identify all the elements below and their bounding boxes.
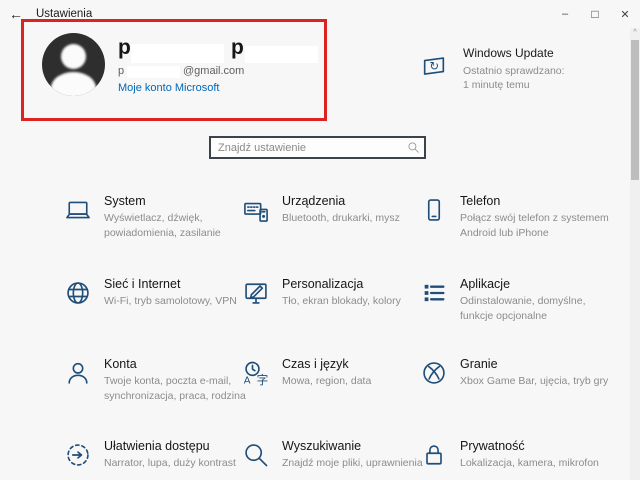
- windows-update-title: Windows Update: [463, 46, 565, 60]
- tile-description: Tło, ekran blokady, kolory: [282, 294, 432, 309]
- tile-description: Twoje konta, poczta e-mail, synchronizac…: [104, 374, 254, 403]
- back-button[interactable]: ←: [0, 0, 32, 28]
- avatar-silhouette-head: [61, 44, 86, 69]
- tile-description: Lokalizacja, kamera, mikrofon: [460, 456, 610, 471]
- person-icon: [64, 359, 92, 387]
- tile-description: Znajdź moje pliki, uprawnienia: [282, 456, 432, 471]
- tile-privacy[interactable]: PrywatnośćLokalizacja, kamera, mikrofon: [420, 439, 598, 480]
- tile-label: Aplikacje: [460, 277, 610, 291]
- account-email-prefix: p: [118, 65, 124, 77]
- windows-update-status[interactable]: ↻ Windows Update Ostatnio sprawdzano: 1 …: [420, 46, 565, 92]
- tile-label: Sieć i Internet: [104, 277, 254, 291]
- account-name-part-2: p: [231, 36, 244, 60]
- tile-label: Personalizacja: [282, 277, 432, 291]
- apps-list-icon: [420, 279, 448, 307]
- tile-label: Telefon: [460, 194, 610, 208]
- tile-description: Bluetooth, drukarki, mysz: [282, 211, 432, 226]
- accessibility-icon: [64, 441, 92, 469]
- clock-language-icon: A字: [242, 359, 270, 387]
- settings-categories-grid: System Wyświetlacz, dźwięk, powiadomienia…: [64, 194, 598, 480]
- lock-icon: [420, 441, 448, 469]
- tile-label: Czas i język: [282, 357, 432, 371]
- tile-phone[interactable]: TelefonPołącz swój telefon z systemem An…: [420, 194, 598, 277]
- window-controls: – □ ✕: [550, 0, 640, 28]
- personalization-icon: [242, 279, 270, 307]
- tile-personalization[interactable]: PersonalizacjaTło, ekran blokady, kolory: [242, 277, 420, 357]
- svg-text:字: 字: [257, 373, 269, 387]
- magnifier-icon: [242, 441, 270, 469]
- svg-text:A: A: [244, 376, 251, 387]
- tile-devices[interactable]: UrządzeniaBluetooth, drukarki, mysz: [242, 194, 420, 277]
- tile-label: Konta: [104, 357, 254, 371]
- tile-ease-of-access[interactable]: Ułatwienia dostępuNarrator, lupa, duży k…: [64, 439, 242, 480]
- window-title: Ustawienia: [36, 8, 92, 20]
- email-redaction-box: [127, 66, 180, 78]
- account-email-domain: @gmail.com: [183, 65, 244, 77]
- avatar-silhouette-body: [51, 72, 96, 96]
- name-redaction-box: [245, 46, 318, 63]
- tile-gaming[interactable]: GranieXbox Game Bar, ujęcia, tryb gry: [420, 357, 598, 439]
- titlebar: ← Ustawienia – □ ✕: [0, 0, 640, 28]
- tile-label: Wyszukiwanie: [282, 439, 432, 453]
- tile-description: Xbox Game Bar, ujęcia, tryb gry: [460, 374, 610, 389]
- scrollbar-thumb[interactable]: [631, 40, 639, 180]
- close-button[interactable]: ✕: [610, 0, 640, 28]
- laptop-icon: [64, 196, 92, 224]
- windows-update-status-line-2: 1 minutę temu: [463, 78, 565, 92]
- tile-label: Ułatwienia dostępu: [104, 439, 254, 453]
- xbox-icon: [420, 359, 448, 387]
- tile-description: Odinstalowanie, domyślne, funkcje opcjon…: [460, 294, 610, 323]
- maximize-button[interactable]: □: [580, 0, 610, 28]
- tile-apps[interactable]: AplikacjeOdinstalowanie, domyślne, funkc…: [420, 277, 598, 357]
- scrollbar[interactable]: ^: [630, 28, 640, 480]
- windows-update-icon: ↻: [420, 52, 448, 80]
- account-name-part-1: p: [118, 36, 131, 60]
- tile-description: Wi-Fi, tryb samolotowy, VPN: [104, 294, 254, 309]
- tile-system[interactable]: SystemWyświetlacz, dźwięk, powiadomienia…: [64, 194, 242, 277]
- svg-text:↻: ↻: [429, 59, 439, 73]
- tile-description: Mowa, region, data: [282, 374, 432, 389]
- settings-search: [209, 136, 426, 159]
- tile-label: Urządzenia: [282, 194, 432, 208]
- windows-update-status-line-1: Ostatnio sprawdzano:: [463, 64, 565, 78]
- tile-label: System: [104, 194, 254, 208]
- tile-accounts[interactable]: KontaTwoje konta, poczta e-mail, synchro…: [64, 357, 242, 439]
- tile-network[interactable]: Sieć i InternetWi-Fi, tryb samolotowy, V…: [64, 277, 242, 357]
- search-input[interactable]: [209, 136, 426, 159]
- scrollbar-up-arrow[interactable]: ^: [630, 28, 640, 38]
- devices-icon: [242, 196, 270, 224]
- tile-description: Połącz swój telefon z systemem Android l…: [460, 211, 610, 240]
- microsoft-account-link[interactable]: Moje konto Microsoft: [118, 82, 219, 94]
- tile-label: Prywatność: [460, 439, 610, 453]
- tile-time-language[interactable]: A字 Czas i językMowa, region, data: [242, 357, 420, 439]
- name-redaction-box: [131, 44, 224, 63]
- tile-description: Wyświetlacz, dźwięk, powiadomienia, zasi…: [104, 211, 254, 240]
- tile-search[interactable]: WyszukiwanieZnajdź moje pliki, uprawnien…: [242, 439, 420, 480]
- phone-icon: [420, 196, 448, 224]
- tile-description: Narrator, lupa, duży kontrast: [104, 456, 254, 471]
- minimize-button[interactable]: –: [550, 0, 580, 28]
- tile-label: Granie: [460, 357, 610, 371]
- user-avatar: [42, 33, 105, 96]
- globe-icon: [64, 279, 92, 307]
